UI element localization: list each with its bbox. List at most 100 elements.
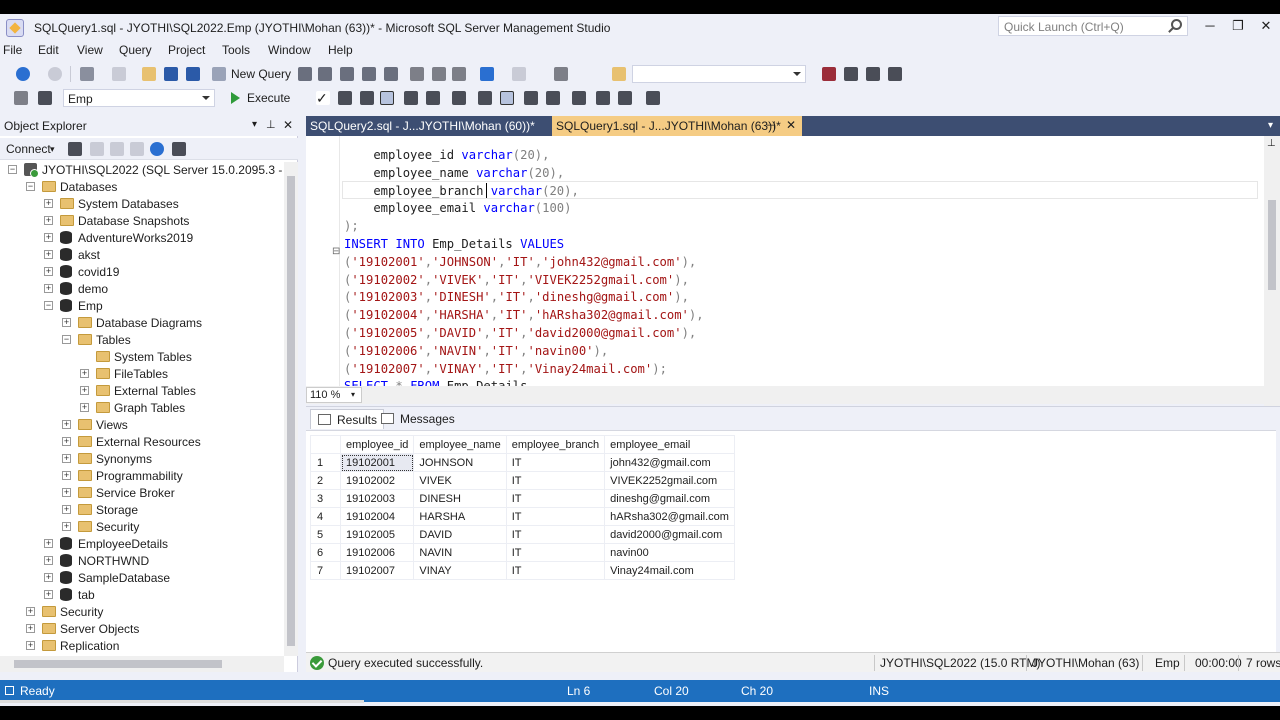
add-item-icon[interactable] <box>112 67 126 81</box>
expand-icon[interactable]: + <box>44 216 53 225</box>
tree-node[interactable]: + tab <box>0 587 284 604</box>
close-button[interactable]: ✕ <box>1258 18 1274 34</box>
expand-icon[interactable]: + <box>44 556 53 565</box>
tree-node[interactable]: + AdventureWorks2019 <box>0 230 284 247</box>
tree-node[interactable]: − JYOTHI\SQL2022 (SQL Server 15.0.2095.3 … <box>0 162 284 179</box>
tree-node[interactable]: + covid19 <box>0 264 284 281</box>
display-plan-icon[interactable] <box>338 91 352 105</box>
open-file-icon[interactable] <box>142 67 156 81</box>
grid-cell[interactable]: VINAY <box>413 561 507 580</box>
expand-icon[interactable]: + <box>44 199 53 208</box>
tree-node[interactable]: + FileTables <box>0 366 284 383</box>
client-stats-icon[interactable] <box>500 91 514 105</box>
expand-icon[interactable]: + <box>26 607 35 616</box>
menu-file[interactable]: File <box>3 43 22 57</box>
execute-icon[interactable] <box>231 92 240 104</box>
refresh-icon[interactable] <box>150 142 164 156</box>
cut-icon[interactable] <box>410 67 424 81</box>
tree-node[interactable]: − Emp <box>0 298 284 315</box>
tree-node[interactable]: + EmployeeDetails <box>0 536 284 553</box>
tree-node[interactable]: System Tables <box>0 349 284 366</box>
menu-query[interactable]: Query <box>119 43 152 57</box>
grid-cell[interactable]: IT <box>505 507 606 526</box>
collapse-icon[interactable]: − <box>44 301 53 310</box>
tree-node[interactable]: + Database Diagrams <box>0 315 284 332</box>
tree-node[interactable]: + demo <box>0 281 284 298</box>
disconnect-icon[interactable] <box>90 142 104 156</box>
results-to-text-icon[interactable] <box>404 91 418 105</box>
pin-icon[interactable]: ⊥ <box>266 118 276 131</box>
tree-node[interactable]: + Server Objects <box>0 621 284 638</box>
tree-node[interactable]: − Databases <box>0 179 284 196</box>
table-row[interactable]: 2 19102002 VIVEK IT VIVEK2252gmail.com <box>310 471 735 490</box>
grid-cell[interactable]: david2000@gmail.com <box>604 525 735 544</box>
expand-icon[interactable]: + <box>44 539 53 548</box>
expand-icon[interactable]: + <box>62 505 71 514</box>
menu-window[interactable]: Window <box>268 43 311 57</box>
expand-icon[interactable]: + <box>26 641 35 650</box>
expand-icon[interactable]: + <box>44 590 53 599</box>
grid-cell[interactable]: 19102001 <box>339 453 415 472</box>
split-icon[interactable]: ⊥ <box>1267 138 1276 149</box>
grid-cell[interactable]: JOHNSON <box>413 453 507 472</box>
tab-overflow-icon[interactable]: ▾ <box>1268 120 1273 131</box>
table-row[interactable]: 1 19102001 JOHNSON IT john432@gmail.com <box>310 453 735 472</box>
connect-icon[interactable] <box>14 91 28 105</box>
tree-node[interactable]: + System Databases <box>0 196 284 213</box>
back-icon[interactable] <box>16 67 30 81</box>
expand-icon[interactable]: + <box>44 250 53 259</box>
menu-edit[interactable]: Edit <box>38 43 59 57</box>
toolbox-icon[interactable] <box>866 67 880 81</box>
tree-node[interactable]: + Service Broker <box>0 485 284 502</box>
close-tab-icon[interactable]: ✕ <box>786 118 796 132</box>
parse-icon[interactable]: ✓ <box>316 91 330 105</box>
grid-cell[interactable]: DAVID <box>413 525 507 544</box>
save-icon[interactable] <box>164 67 178 81</box>
grid-cell[interactable]: IT <box>505 489 606 508</box>
minimize-button[interactable]: ─ <box>1202 18 1218 34</box>
grid-cell[interactable]: 19102007 <box>339 561 415 580</box>
new-query-icon[interactable] <box>212 67 226 81</box>
column-header[interactable]: employee_id <box>339 435 415 454</box>
stop-icon[interactable] <box>110 142 124 156</box>
zoom-select[interactable]: 110 % ▾ <box>306 387 362 403</box>
collapse-icon[interactable]: − <box>8 165 17 174</box>
tree-node[interactable]: + External Tables <box>0 383 284 400</box>
tree-node[interactable]: + Replication <box>0 638 284 655</box>
expand-icon[interactable]: + <box>44 573 53 582</box>
grid-cell[interactable]: IT <box>505 471 606 490</box>
expand-icon[interactable]: + <box>62 318 71 327</box>
grid-cell[interactable]: 19102004 <box>339 507 415 526</box>
grid-cell[interactable]: john432@gmail.com <box>604 453 735 472</box>
grid-cell[interactable]: NAVIN <box>413 543 507 562</box>
expand-icon[interactable]: + <box>44 284 53 293</box>
include-plan-icon[interactable] <box>452 91 466 105</box>
find-icon[interactable] <box>612 67 626 81</box>
table-row[interactable]: 7 19102007 VINAY IT Vinay24mail.com <box>310 561 735 580</box>
mdx-query-icon[interactable] <box>318 67 332 81</box>
grid-cell[interactable]: HARSHA <box>413 507 507 526</box>
expand-icon[interactable]: + <box>44 233 53 242</box>
copy-icon[interactable] <box>432 67 446 81</box>
grid-cell[interactable]: 19102002 <box>339 471 415 490</box>
grid-cell[interactable]: 19102003 <box>339 489 415 508</box>
tree-node[interactable]: + Synonyms <box>0 451 284 468</box>
object-explorer-vscroll[interactable] <box>284 162 298 656</box>
expand-icon[interactable]: + <box>26 624 35 633</box>
restore-button[interactable]: ❐ <box>1230 18 1246 34</box>
connect-object-icon[interactable] <box>68 142 82 156</box>
results-to-grid-icon[interactable] <box>380 91 394 105</box>
grid-cell[interactable]: dineshg@gmail.com <box>604 489 735 508</box>
grid-cell[interactable]: Vinay24mail.com <box>604 561 735 580</box>
expand-icon[interactable]: + <box>62 471 71 480</box>
change-connection-icon[interactable] <box>38 91 52 105</box>
tree-node[interactable]: + Database Snapshots <box>0 213 284 230</box>
dmx-query-icon[interactable] <box>340 67 354 81</box>
properties-icon[interactable] <box>822 67 836 81</box>
grid-cell[interactable]: IT <box>505 525 606 544</box>
wrench-icon[interactable] <box>844 67 858 81</box>
tree-node[interactable]: + Storage <box>0 502 284 519</box>
results-to-file-icon[interactable] <box>426 91 440 105</box>
expand-icon[interactable]: + <box>62 488 71 497</box>
undo-icon[interactable] <box>480 67 494 81</box>
